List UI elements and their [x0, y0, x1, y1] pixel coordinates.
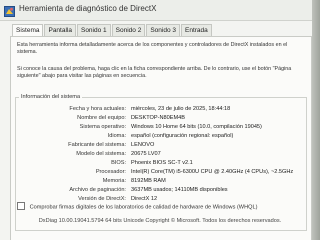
info-row-os: Sistema operativo: Windows 10 Home 64 bi… [11, 123, 311, 132]
system-tab-panel: Esta herramienta informa detalladamente … [10, 36, 312, 240]
info-key: Procesador: [95, 169, 126, 175]
info-row-processor: Procesador: Intel(R) Core(TM) i5-6300U C… [11, 168, 311, 177]
info-key: Fecha y hora actuales: [69, 106, 126, 112]
info-value: LENOVO [131, 142, 155, 148]
tab-pantalla[interactable]: Pantalla [44, 24, 76, 36]
info-row-datetime: Fecha y hora actuales: miércoles, 23 de … [11, 105, 311, 114]
info-value: DESKTOP-N80EM4B [131, 115, 185, 121]
window-title: Herramienta de diagnóstico de DirectX [19, 4, 157, 13]
intro-description: Esta herramienta informa detalladamente … [17, 42, 288, 55]
dxdiag-app-icon [4, 4, 15, 17]
info-row-page-file: Archivo de paginación: 3637MB usados; 14… [11, 186, 311, 195]
intro-instructions: Si conoce la causa del problema, haga cl… [17, 66, 292, 79]
info-value: español (configuración regional: español… [131, 133, 234, 139]
dxdiag-window: Herramienta de diagnóstico de DirectX Si… [0, 0, 320, 240]
info-row-bios: BIOS: Phoenix BIOS SC-T v2.1 [11, 159, 311, 168]
info-row-memory: Memoria: 8192MB RAM [11, 177, 311, 186]
tab-entrada[interactable]: Entrada [181, 24, 212, 36]
info-row-model: Modelo del sistema: 20675 LV07 [11, 150, 311, 159]
whql-check-row[interactable]: Comprobar firmas digitales de los labora… [17, 202, 258, 212]
info-value: 3637MB usados; 14110MB disponibles [131, 187, 228, 193]
version-footer: DxDiag 10.00.19041.5794 64 bits Unicode … [38, 218, 282, 224]
info-key: Sistema operativo: [79, 124, 126, 130]
info-row-computer-name: Nombre del equipo: DESKTOP-N80EM4B [11, 114, 311, 123]
tab-strip: Sistema Pantalla Sonido 1 Sonido 2 Sonid… [12, 24, 213, 37]
tab-sonido-3[interactable]: Sonido 3 [146, 24, 180, 36]
whql-checkbox[interactable] [17, 202, 25, 210]
info-key: Memoria: [102, 178, 126, 184]
info-row-language: Idioma: español (configuración regional:… [11, 132, 311, 141]
info-key: Modelo del sistema: [76, 151, 126, 157]
info-value: Phoenix BIOS SC-T v2.1 [131, 160, 193, 166]
info-value: Intel(R) Core(TM) i5-6300U CPU @ 2.40GHz… [131, 169, 294, 175]
info-value: 8192MB RAM [131, 178, 166, 184]
info-key: Fabricante del sistema: [68, 142, 126, 148]
info-key: BIOS: [111, 160, 126, 166]
info-row-manufacturer: Fabricante del sistema: LENOVO [11, 141, 311, 150]
title-bar[interactable]: Herramienta de diagnóstico de DirectX [0, 0, 320, 21]
info-value: miércoles, 23 de julio de 2025, 18:44:18 [131, 106, 231, 112]
info-key: Archivo de paginación: [69, 187, 126, 193]
whql-checkbox-label: Comprobar firmas digitales de los labora… [29, 204, 258, 211]
tab-sonido-1[interactable]: Sonido 1 [76, 24, 111, 36]
tab-sonido-2[interactable]: Sonido 2 [111, 24, 146, 36]
system-info-heading: Información del sistema [19, 94, 83, 100]
info-key: Idioma: [107, 133, 126, 139]
info-value: 20675 LV07 [131, 151, 161, 157]
info-value: Windows 10 Home 64 bits (10.0, compilaci… [131, 124, 262, 130]
info-key: Nombre del equipo: [77, 115, 126, 121]
screen-bezel-edge [312, 0, 320, 240]
